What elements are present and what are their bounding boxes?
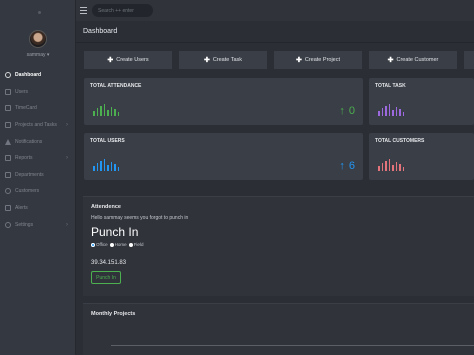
punch-in-heading: Punch In [91, 225, 139, 239]
plus-icon: ✚ [387, 57, 394, 64]
arrow-up-icon: ↑ [339, 160, 345, 172]
total-customers-card: TOTAL CUSTOMERS [369, 133, 474, 180]
sidebar-item-label: Alerts [15, 205, 28, 212]
sidebar-item-dashboard[interactable]: Dashboard [0, 67, 76, 84]
arrow-up-icon: ↑ [339, 105, 345, 117]
sparkline-bars-icon [378, 159, 404, 171]
stat-value: ↑ 6 [339, 160, 355, 172]
sidebar-item-label: Projects and Tasks [15, 122, 57, 129]
ip-address: 39.34.151.83 [91, 260, 127, 266]
chart-axis-line [111, 345, 474, 346]
dashboard-icon [5, 72, 11, 79]
settings-icon [5, 221, 11, 228]
create-task-button[interactable]: ✚ Create Task [179, 51, 267, 69]
plus-icon: ✚ [295, 57, 302, 64]
sidebar-item-label: TimeCard [15, 105, 37, 112]
timecard-icon [5, 105, 11, 112]
sidebar-item-alerts[interactable]: Alerts [0, 200, 76, 217]
sidebar-item-projects[interactable]: Projects and Tasks › [0, 117, 76, 134]
total-task-card: TOTAL TASK [369, 78, 474, 125]
username-label[interactable]: sammay ▾ [0, 52, 76, 58]
radio-office[interactable]: Office [91, 242, 108, 247]
sidebar-item-timecard[interactable]: TimeCard [0, 100, 76, 117]
menu-icon[interactable] [80, 7, 87, 16]
sidebar-dot-icon [38, 11, 41, 14]
sidebar-item-label: Departments [15, 171, 44, 178]
plus-icon: ✚ [107, 57, 114, 64]
attendance-panel: Attendence Hello sammay seems you forgot… [83, 196, 474, 296]
attendance-title: Attendence [91, 204, 121, 210]
radio-icon [128, 242, 133, 247]
sparkline-bars-icon [93, 104, 119, 116]
card-title: TOTAL USERS [90, 138, 125, 144]
sidebar: sammay ▾ Dashboard Users TimeCard Projec… [0, 0, 76, 355]
sidebar-item-reports[interactable]: Reports › [0, 150, 76, 167]
location-radio-group: Office Home Field [91, 242, 143, 247]
radio-icon [109, 242, 114, 247]
topbar [76, 0, 474, 21]
stat-value: ↑ 0 [339, 105, 355, 117]
card-title: TOTAL TASK [375, 83, 406, 89]
create-users-button[interactable]: ✚ Create Users [84, 51, 172, 69]
button-label: Create Task [212, 57, 243, 63]
search-input[interactable] [92, 4, 153, 17]
sidebar-item-notifications[interactable]: Notifications [0, 133, 76, 150]
bell-icon [5, 138, 11, 145]
chevron-right-icon: › [66, 155, 68, 162]
card-title: TOTAL ATTENDANCE [90, 83, 142, 89]
button-label: Create Project [304, 57, 341, 63]
sidebar-nav: Dashboard Users TimeCard Projects and Ta… [0, 67, 76, 233]
chevron-right-icon: › [66, 221, 68, 228]
sidebar-item-label: Settings [15, 221, 34, 228]
attendance-message: Hello sammay seems you forgot to punch i… [91, 215, 189, 221]
total-attendance-card: TOTAL ATTENDANCE ↑ 0 [84, 78, 363, 125]
more-actions-button[interactable] [464, 51, 474, 69]
sidebar-item-label: Notifications [15, 138, 43, 145]
sidebar-item-settings[interactable]: Settings › [0, 216, 76, 233]
users-icon [5, 88, 11, 95]
button-label: Create Users [116, 57, 149, 63]
radio-field[interactable]: Field [128, 242, 143, 247]
radio-home[interactable]: Home [109, 242, 127, 247]
sparkline-bars-icon [93, 159, 119, 171]
create-project-button[interactable]: ✚ Create Project [274, 51, 362, 69]
page-title: Dashboard [83, 28, 118, 35]
total-users-card: TOTAL USERS ↑ 6 [84, 133, 363, 180]
customers-icon [5, 188, 11, 195]
projects-icon [5, 122, 11, 129]
sparkline-bars-icon [378, 104, 404, 116]
radio-checked-icon [91, 242, 95, 247]
avatar[interactable] [29, 30, 47, 48]
sidebar-item-users[interactable]: Users [0, 84, 76, 101]
monthly-projects-title: Monthly Projects [91, 311, 136, 317]
plus-icon: ✚ [203, 57, 210, 64]
button-label: Create Customer [396, 57, 439, 63]
chevron-right-icon: › [66, 122, 68, 129]
sidebar-item-label: Users [15, 88, 29, 95]
sidebar-item-label: Customers [15, 188, 40, 195]
reports-icon [5, 155, 11, 162]
breadcrumb: Dashboard [76, 21, 474, 43]
sidebar-item-customers[interactable]: Customers [0, 183, 76, 200]
sidebar-item-label: Dashboard [15, 72, 42, 79]
monthly-projects-panel: Monthly Projects [83, 303, 474, 355]
create-customer-button[interactable]: ✚ Create Customer [369, 51, 457, 69]
card-title: TOTAL CUSTOMERS [375, 138, 425, 144]
alerts-icon [5, 205, 11, 212]
sidebar-item-departments[interactable]: Departments [0, 167, 76, 184]
departments-icon [5, 171, 11, 178]
sidebar-item-label: Reports [15, 155, 33, 162]
punch-in-button[interactable]: Punch In [91, 271, 121, 284]
